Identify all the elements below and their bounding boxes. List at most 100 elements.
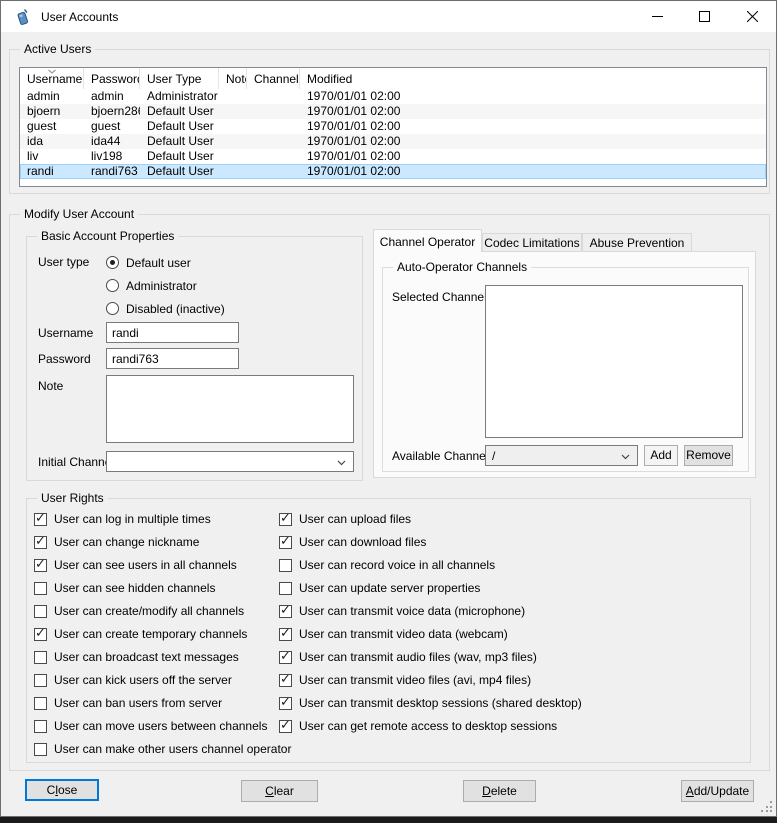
add-button[interactable]: Add [644, 445, 678, 466]
cell-channel [247, 104, 300, 119]
checkbox-see-users-all-channels[interactable]: User can see users in all channels [34, 557, 237, 573]
checkbox-remote-access-desktop[interactable]: User can get remote access to desktop se… [279, 718, 557, 734]
channel-operator-tab-panel: Auto-Operator Channels Selected Channels… [373, 251, 756, 478]
checkbox-kick-users[interactable]: User can kick users off the server [34, 672, 232, 688]
cell-user-type: Default User [140, 149, 219, 164]
password-field[interactable] [106, 348, 239, 369]
tab-abuse-prevention[interactable]: Abuse Prevention [582, 233, 692, 252]
close-window-button[interactable] [728, 1, 776, 32]
cell-username: randi [20, 164, 84, 179]
checkbox-create-temporary-channels[interactable]: User can create temporary channels [34, 626, 247, 642]
table-row[interactable]: guest guest Default User 1970/01/01 02:0… [20, 119, 766, 134]
add-update-button[interactable]: Add/Update [681, 780, 754, 802]
initial-channel-label: Initial Channel [38, 455, 114, 469]
radio-disabled-inactive[interactable]: Disabled (inactive) [106, 301, 225, 316]
cell-modified: 1970/01/01 02:00 [300, 134, 766, 149]
checkbox-download-files[interactable]: User can download files [279, 534, 426, 550]
cell-username: guest [20, 119, 84, 134]
maximize-button[interactable] [681, 1, 728, 32]
table-body: admin admin Administrator 1970/01/01 02:… [20, 89, 766, 179]
checkbox-icon [34, 651, 47, 664]
radio-icon [106, 279, 119, 292]
checkbox-icon [279, 674, 292, 687]
checkbox-multiple-logins[interactable]: User can log in multiple times [34, 511, 211, 527]
column-header-note[interactable]: Note [219, 68, 247, 89]
minimize-icon [652, 11, 663, 22]
tab-codec-limitations[interactable]: Codec Limitations [482, 233, 582, 252]
cell-note [219, 134, 247, 149]
maximize-icon [699, 11, 710, 22]
cell-modified: 1970/01/01 02:00 [300, 164, 766, 179]
cell-channel [247, 134, 300, 149]
checkbox-icon [34, 582, 47, 595]
checkbox-icon [279, 559, 292, 572]
checkbox-icon [279, 651, 292, 664]
remove-button[interactable]: Remove [684, 445, 733, 466]
tab-channel-operator[interactable]: Channel Operator [373, 229, 482, 252]
cell-channel [247, 119, 300, 134]
checkbox-move-users[interactable]: User can move users between channels [34, 718, 267, 734]
checkbox-icon [279, 536, 292, 549]
table-row[interactable]: bjoern bjoern286 Default User 1970/01/01… [20, 104, 766, 119]
checkbox-transmit-desktop-sessions[interactable]: User can transmit desktop sessions (shar… [279, 695, 582, 711]
checkbox-transmit-voice[interactable]: User can transmit voice data (microphone… [279, 603, 525, 619]
desktop-background-strip [0, 817, 777, 823]
initial-channel-combobox[interactable] [106, 451, 354, 472]
column-header-username[interactable]: Username [20, 68, 84, 89]
cell-password: liv198 [84, 149, 140, 164]
minimize-button[interactable] [634, 1, 681, 32]
radio-icon [106, 256, 119, 269]
cell-password: guest [84, 119, 140, 134]
checkbox-icon [34, 674, 47, 687]
checkbox-make-channel-operator[interactable]: User can make other users channel operat… [34, 741, 291, 757]
cell-password: bjoern286 [84, 104, 140, 119]
checkbox-icon [34, 536, 47, 549]
checkbox-record-voice[interactable]: User can record voice in all channels [279, 557, 495, 573]
checkbox-transmit-audio-files[interactable]: User can transmit audio files (wav, mp3 … [279, 649, 537, 665]
checkbox-ban-users[interactable]: User can ban users from server [34, 695, 222, 711]
cell-note [219, 89, 247, 104]
column-header-password[interactable]: Password [84, 68, 140, 89]
note-field[interactable] [106, 375, 354, 443]
checkbox-change-nickname[interactable]: User can change nickname [34, 534, 199, 550]
checkbox-transmit-video[interactable]: User can transmit video data (webcam) [279, 626, 508, 642]
checkbox-icon [34, 513, 47, 526]
cell-password: randi763 [84, 164, 140, 179]
column-header-channel[interactable]: Channel [247, 68, 300, 89]
cell-modified: 1970/01/01 02:00 [300, 119, 766, 134]
column-header-user-type[interactable]: User Type [140, 68, 219, 89]
column-header-modified[interactable]: Modified [300, 68, 766, 89]
checkbox-update-server-properties[interactable]: User can update server properties [279, 580, 480, 596]
clear-button[interactable]: Clear [241, 780, 318, 802]
delete-button[interactable]: Delete [463, 780, 536, 802]
checkbox-upload-files[interactable]: User can upload files [279, 511, 411, 527]
checkbox-icon [279, 513, 292, 526]
cell-user-type: Default User [140, 164, 219, 179]
checkbox-create-modify-channels[interactable]: User can create/modify all channels [34, 603, 244, 619]
titlebar[interactable]: User Accounts [1, 1, 776, 32]
modify-group-label: Modify User Account [20, 207, 138, 221]
cell-modified: 1970/01/01 02:00 [300, 104, 766, 119]
username-label: Username [38, 326, 93, 340]
close-button[interactable]: Close [25, 779, 99, 801]
checkbox-icon [279, 697, 292, 710]
checkbox-icon [279, 582, 292, 595]
checkbox-icon [34, 743, 47, 756]
username-field[interactable] [106, 322, 239, 343]
selected-channels-listbox[interactable] [485, 285, 743, 438]
checkbox-transmit-video-files[interactable]: User can transmit video files (avi, mp4 … [279, 672, 531, 688]
resize-grip[interactable] [761, 801, 772, 812]
cell-channel [247, 89, 300, 104]
cell-username: admin [20, 89, 84, 104]
checkbox-see-hidden-channels[interactable]: User can see hidden channels [34, 580, 215, 596]
radio-default-user[interactable]: Default user [106, 255, 191, 270]
table-row[interactable]: liv liv198 Default User 1970/01/01 02:00 [20, 149, 766, 164]
available-channels-combobox[interactable]: / [485, 445, 638, 466]
table-row-selected[interactable]: randi randi763 Default User 1970/01/01 0… [20, 164, 766, 179]
radio-administrator[interactable]: Administrator [106, 278, 197, 293]
active-users-table[interactable]: Username Password User Type Note Channel… [19, 67, 767, 187]
table-row[interactable]: admin admin Administrator 1970/01/01 02:… [20, 89, 766, 104]
table-row[interactable]: ida ida44 Default User 1970/01/01 02:00 [20, 134, 766, 149]
checkbox-broadcast-text-messages[interactable]: User can broadcast text messages [34, 649, 239, 665]
cell-user-type: Administrator [140, 89, 219, 104]
